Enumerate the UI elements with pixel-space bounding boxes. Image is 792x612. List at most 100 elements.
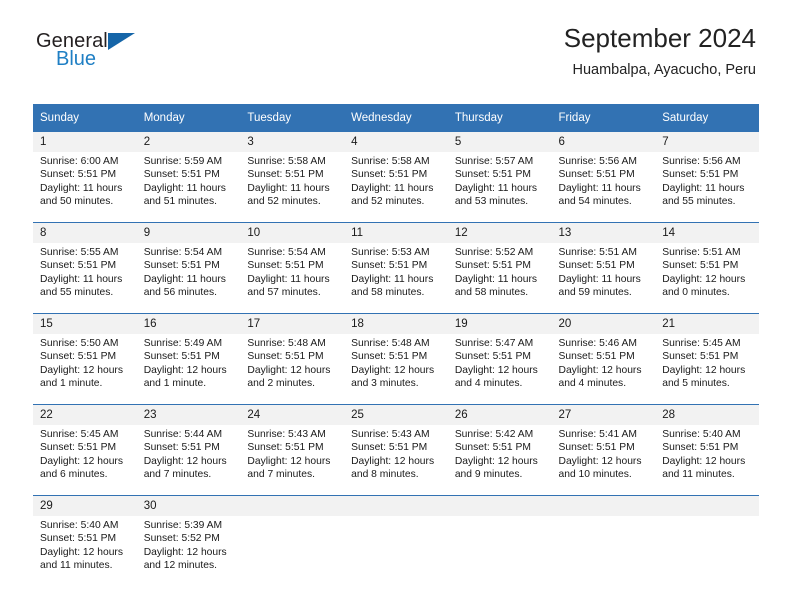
day-cell[interactable]: Sunrise: 5:43 AM Sunset: 5:51 PM Dayligh… [344,425,448,495]
daylight-text: Daylight: 12 hours [247,455,331,467]
daylight-text: Daylight: 11 hours [558,273,641,285]
day-cell[interactable]: Sunrise: 5:57 AM Sunset: 5:51 PM Dayligh… [447,152,552,222]
sunset-text: Sunset: 5:51 PM [40,533,117,545]
day-cell[interactable]: Sunrise: 5:51 AM Sunset: 5:51 PM Dayligh… [655,243,759,313]
sunset-text: Sunset: 5:51 PM [40,442,117,454]
day-cell[interactable]: Sunrise: 5:45 AM Sunset: 5:51 PM Dayligh… [655,334,759,404]
day-number[interactable]: 29 [33,496,137,516]
sunrise-text: Sunrise: 5:57 AM [454,156,534,167]
sunset-text: Sunset: 5:51 PM [247,442,324,454]
day-number[interactable]: 26 [447,405,552,425]
daylight-text-cont: and 9 minutes. [454,469,523,481]
day-cell[interactable]: Sunrise: 5:48 AM Sunset: 5:51 PM Dayligh… [344,334,448,404]
day-number[interactable]: 27 [551,405,656,425]
day-number[interactable]: 30 [136,496,241,516]
day-number[interactable]: 16 [136,314,241,334]
day-number[interactable]: 9 [136,223,241,243]
sunrise-text: Sunrise: 5:39 AM [143,520,223,531]
day-cell[interactable]: Sunrise: 6:00 AM Sunset: 5:51 PM Dayligh… [33,152,137,222]
daylight-text: Daylight: 11 hours [40,273,123,285]
day-cell[interactable]: Sunrise: 5:45 AM Sunset: 5:51 PM Dayligh… [33,425,137,495]
daylight-text: Daylight: 12 hours [143,455,227,467]
day-cell[interactable]: Sunrise: 5:56 AM Sunset: 5:51 PM Dayligh… [551,152,656,222]
day-number[interactable]: 7 [655,132,759,152]
daylight-text: Daylight: 12 hours [40,546,123,558]
day-cell[interactable]: Sunrise: 5:56 AM Sunset: 5:51 PM Dayligh… [655,152,759,222]
day-cell[interactable]: Sunrise: 5:54 AM Sunset: 5:51 PM Dayligh… [136,243,241,313]
daylight-text-cont: and 52 minutes. [351,196,425,208]
sunset-text: Sunset: 5:51 PM [454,351,531,363]
day-cell[interactable]: Sunrise: 5:54 AM Sunset: 5:51 PM Dayligh… [240,243,345,313]
daylight-text-cont: and 50 minutes. [40,196,114,208]
day-cell[interactable]: Sunrise: 5:42 AM Sunset: 5:51 PM Dayligh… [447,425,552,495]
general-blue-logo[interactable]: General Blue [36,30,156,78]
day-number[interactable]: 6 [551,132,656,152]
day-number[interactable]: 5 [447,132,552,152]
week-detail-row: Sunrise: 5:40 AM Sunset: 5:51 PM Dayligh… [33,516,759,593]
day-number[interactable]: 2 [136,132,241,152]
day-cell[interactable]: Sunrise: 5:41 AM Sunset: 5:51 PM Dayligh… [551,425,656,495]
day-cell[interactable]: Sunrise: 5:59 AM Sunset: 5:51 PM Dayligh… [136,152,241,222]
day-number[interactable]: 8 [33,223,137,243]
day-number[interactable]: 28 [655,405,759,425]
sunset-text: Sunset: 5:51 PM [143,260,220,272]
day-cell[interactable]: Sunrise: 5:49 AM Sunset: 5:51 PM Dayligh… [136,334,241,404]
day-number[interactable]: 12 [447,223,552,243]
daylight-text-cont: and 59 minutes. [558,287,632,299]
daylight-text: Daylight: 11 hours [40,182,123,194]
day-number[interactable]: 4 [344,132,448,152]
day-cell[interactable]: Sunrise: 5:55 AM Sunset: 5:51 PM Dayligh… [33,243,137,313]
day-number[interactable]: 3 [240,132,345,152]
sunrise-text: Sunrise: 5:47 AM [454,338,534,349]
day-cell[interactable]: Sunrise: 5:46 AM Sunset: 5:51 PM Dayligh… [551,334,656,404]
daylight-text-cont: and 53 minutes. [454,196,529,208]
daylight-text: Daylight: 11 hours [247,182,330,194]
sunrise-text: Sunrise: 5:51 AM [558,247,637,258]
weekday-header-saturday: Saturday [655,104,759,132]
day-number[interactable]: 25 [344,405,448,425]
day-number[interactable]: 10 [240,223,345,243]
day-number[interactable]: 24 [240,405,345,425]
day-number[interactable]: 21 [655,314,759,334]
sunrise-text: Sunrise: 5:48 AM [351,338,430,349]
sunrise-text: Sunrise: 5:55 AM [40,247,119,258]
day-number[interactable]: 15 [33,314,137,334]
day-cell[interactable]: Sunrise: 5:39 AM Sunset: 5:52 PM Dayligh… [136,516,241,593]
day-cell-empty [551,516,656,593]
day-cell[interactable]: Sunrise: 5:50 AM Sunset: 5:51 PM Dayligh… [33,334,137,404]
day-number[interactable]: 22 [33,405,137,425]
day-number[interactable]: 13 [551,223,656,243]
day-cell[interactable]: Sunrise: 5:44 AM Sunset: 5:51 PM Dayligh… [136,425,241,495]
day-number[interactable]: 1 [33,132,137,152]
logo-text-blue: Blue [56,48,97,70]
day-cell[interactable]: Sunrise: 5:53 AM Sunset: 5:51 PM Dayligh… [344,243,448,313]
daylight-text: Daylight: 12 hours [351,364,435,376]
day-number[interactable]: 11 [344,223,448,243]
day-cell-empty [240,516,345,593]
day-cell[interactable]: Sunrise: 5:43 AM Sunset: 5:51 PM Dayligh… [240,425,345,495]
daylight-text-cont: and 10 minutes. [558,469,632,481]
day-cell[interactable]: Sunrise: 5:58 AM Sunset: 5:51 PM Dayligh… [240,152,345,222]
day-number[interactable]: 17 [240,314,345,334]
daylight-text-cont: and 58 minutes. [351,287,425,299]
sunset-text: Sunset: 5:51 PM [454,169,531,181]
day-cell[interactable]: Sunrise: 5:48 AM Sunset: 5:51 PM Dayligh… [240,334,345,404]
daylight-text: Daylight: 12 hours [143,364,227,376]
day-cell[interactable]: Sunrise: 5:58 AM Sunset: 5:51 PM Dayligh… [344,152,448,222]
day-cell[interactable]: Sunrise: 5:47 AM Sunset: 5:51 PM Dayligh… [447,334,552,404]
sunset-text: Sunset: 5:51 PM [662,442,739,454]
day-cell[interactable]: Sunrise: 5:52 AM Sunset: 5:51 PM Dayligh… [447,243,552,313]
daylight-text-cont: and 4 minutes. [454,378,523,390]
day-cell-empty [344,516,448,593]
day-number[interactable]: 20 [551,314,656,334]
day-cell[interactable]: Sunrise: 5:51 AM Sunset: 5:51 PM Dayligh… [551,243,656,313]
day-cell[interactable]: Sunrise: 5:40 AM Sunset: 5:51 PM Dayligh… [655,425,759,495]
day-number[interactable]: 19 [447,314,552,334]
day-number [551,496,656,516]
daylight-text: Daylight: 12 hours [558,455,642,467]
day-number[interactable]: 23 [136,405,241,425]
day-number[interactable]: 14 [655,223,759,243]
day-number[interactable]: 18 [344,314,448,334]
sunrise-text: Sunrise: 5:52 AM [454,247,534,258]
day-cell[interactable]: Sunrise: 5:40 AM Sunset: 5:51 PM Dayligh… [33,516,137,593]
